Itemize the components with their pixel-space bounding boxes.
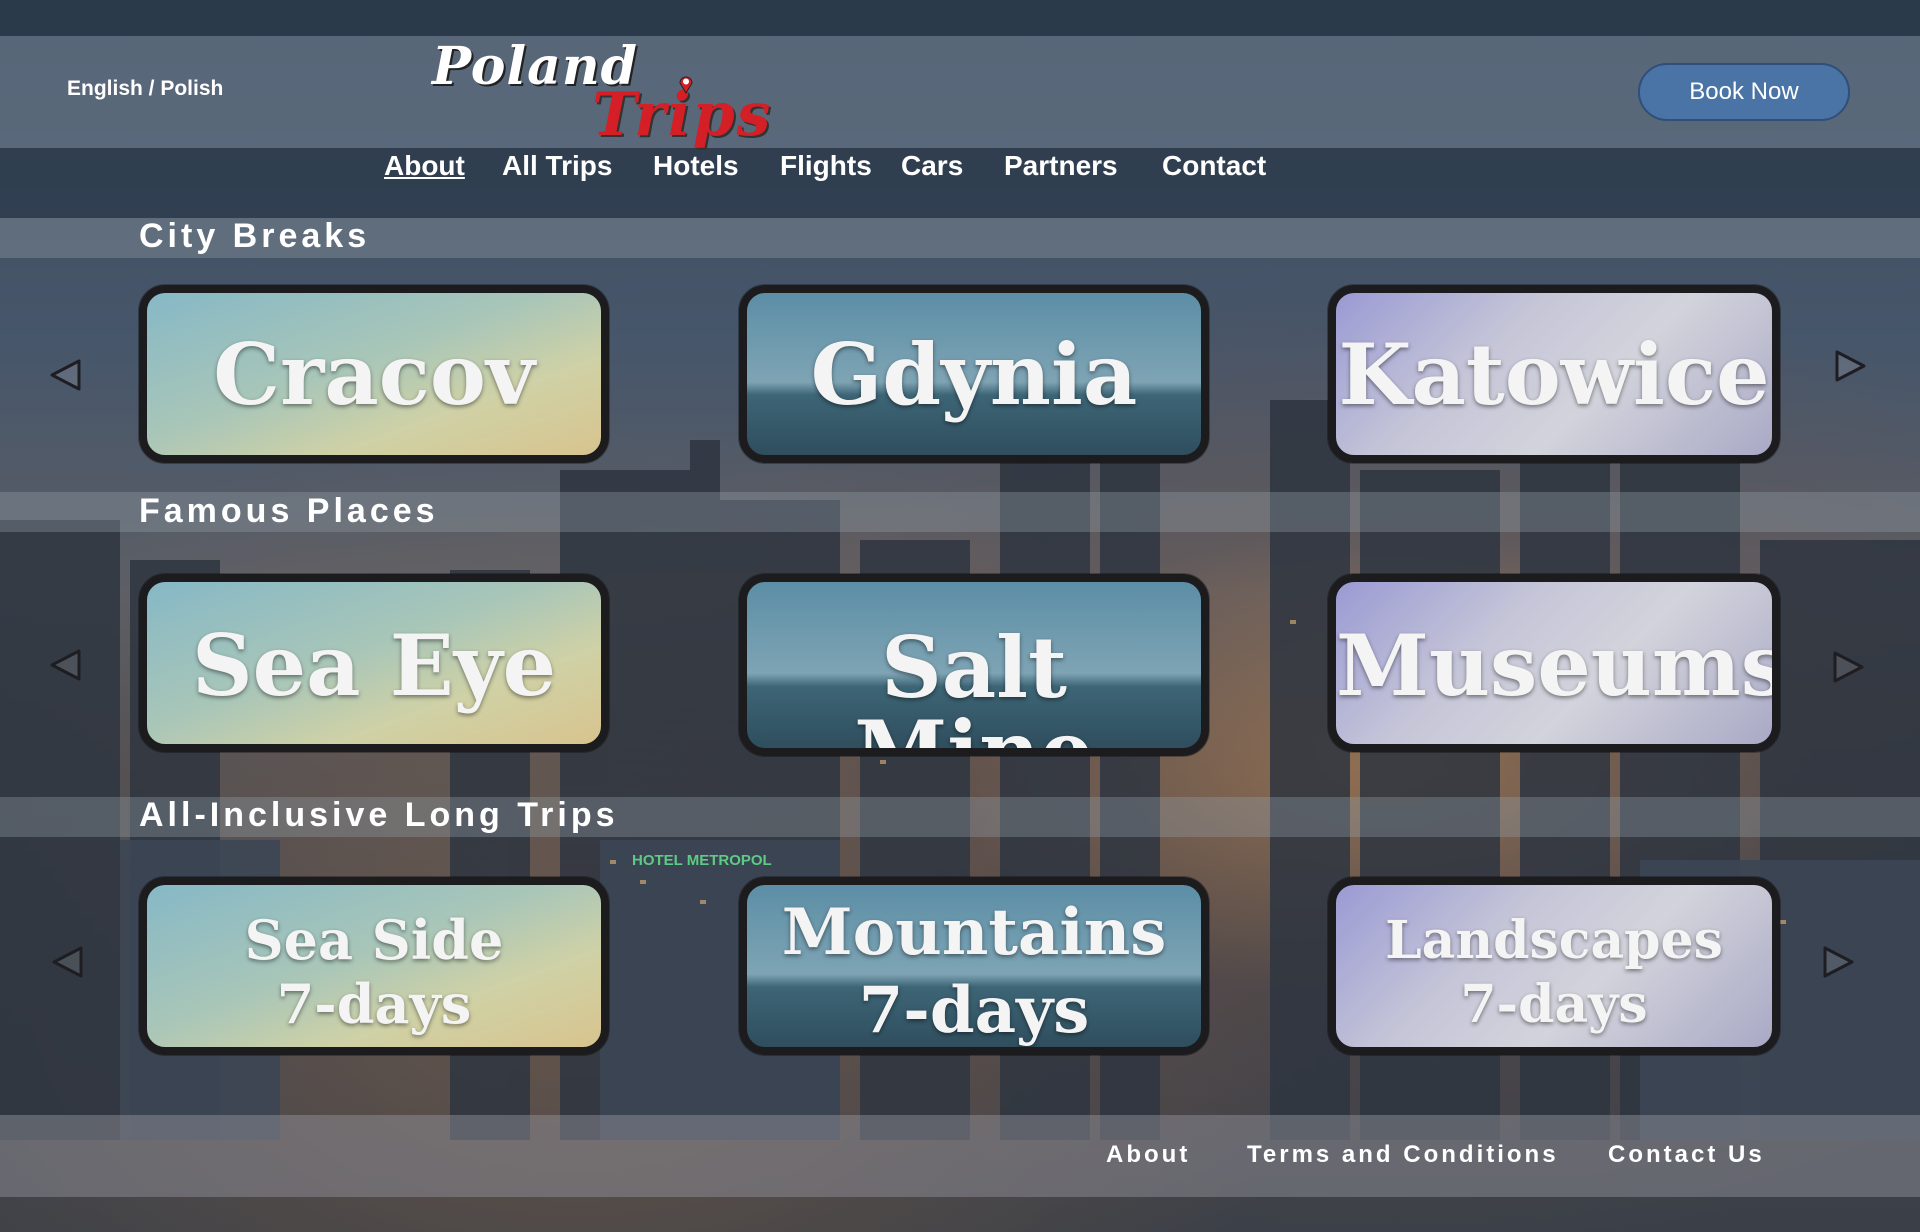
chevron-left-icon[interactable] [46,645,86,685]
footer-link-contact-us[interactable]: Contact Us [1608,1141,1765,1169]
nav-flights[interactable]: Flights [780,150,872,186]
footer-link-about[interactable]: About [1106,1141,1190,1169]
footer-link-terms[interactable]: Terms and Conditions [1247,1141,1559,1169]
map-pin-icon [679,76,693,94]
trip-card-sea-side[interactable]: Sea Side 7-days [139,877,609,1055]
trip-card-mountains[interactable]: Mountains 7-days [739,877,1209,1055]
trip-card-salt-mine[interactable]: Salt Mine [739,574,1209,756]
section-title-famous-places: Famous Places [139,492,439,530]
card-duration: 7-days [1460,974,1648,1035]
card-label: Sea Side [244,908,504,972]
header-bar [0,36,1920,148]
nav-contact[interactable]: Contact [1162,150,1266,186]
card-duration: 7-days [858,973,1090,1048]
nav-partners[interactable]: Partners [1004,150,1118,186]
card-duration: 7-days [276,972,472,1036]
card-label: Mountains [781,895,1167,970]
trip-card-gdynia[interactable]: Gdynia [739,285,1209,463]
chevron-left-icon[interactable] [48,942,88,982]
chevron-right-icon[interactable] [1830,346,1870,386]
trip-card-museums[interactable]: Museums [1328,574,1780,752]
section-title-long-trips: All-Inclusive Long Trips [139,796,619,834]
language-switcher[interactable]: English / Polish [67,77,223,101]
card-label: Cracov [213,325,535,424]
trip-card-cracov[interactable]: Cracov [139,285,609,463]
top-strip [0,0,1920,36]
card-label: Gdynia [810,325,1138,424]
trip-card-landscapes[interactable]: Landscapes 7-days [1328,877,1780,1055]
nav-about[interactable]: About [384,150,465,186]
nav-cars[interactable]: Cars [901,150,963,186]
chevron-right-icon[interactable] [1818,942,1858,982]
card-label: Museums [1336,616,1780,715]
card-label: Sea Eye [191,616,557,715]
nav-hotels[interactable]: Hotels [653,150,739,186]
nav-all-trips[interactable]: All Trips [502,150,612,186]
trip-card-sea-eye[interactable]: Sea Eye [139,574,609,752]
card-label: Katowice [1338,325,1770,424]
hotel-sign: HOTEL METROPOL [632,852,772,869]
site-logo[interactable]: Poland Trips [430,36,780,150]
book-now-button[interactable]: Book Now [1638,63,1850,121]
chevron-right-icon[interactable] [1828,647,1868,687]
section-title-city-breaks: City Breaks [139,217,371,255]
card-label: Landscapes [1385,910,1723,971]
chevron-left-icon[interactable] [46,355,86,395]
card-label: Salt Mine [854,618,1094,756]
trip-card-katowice[interactable]: Katowice [1328,285,1780,463]
